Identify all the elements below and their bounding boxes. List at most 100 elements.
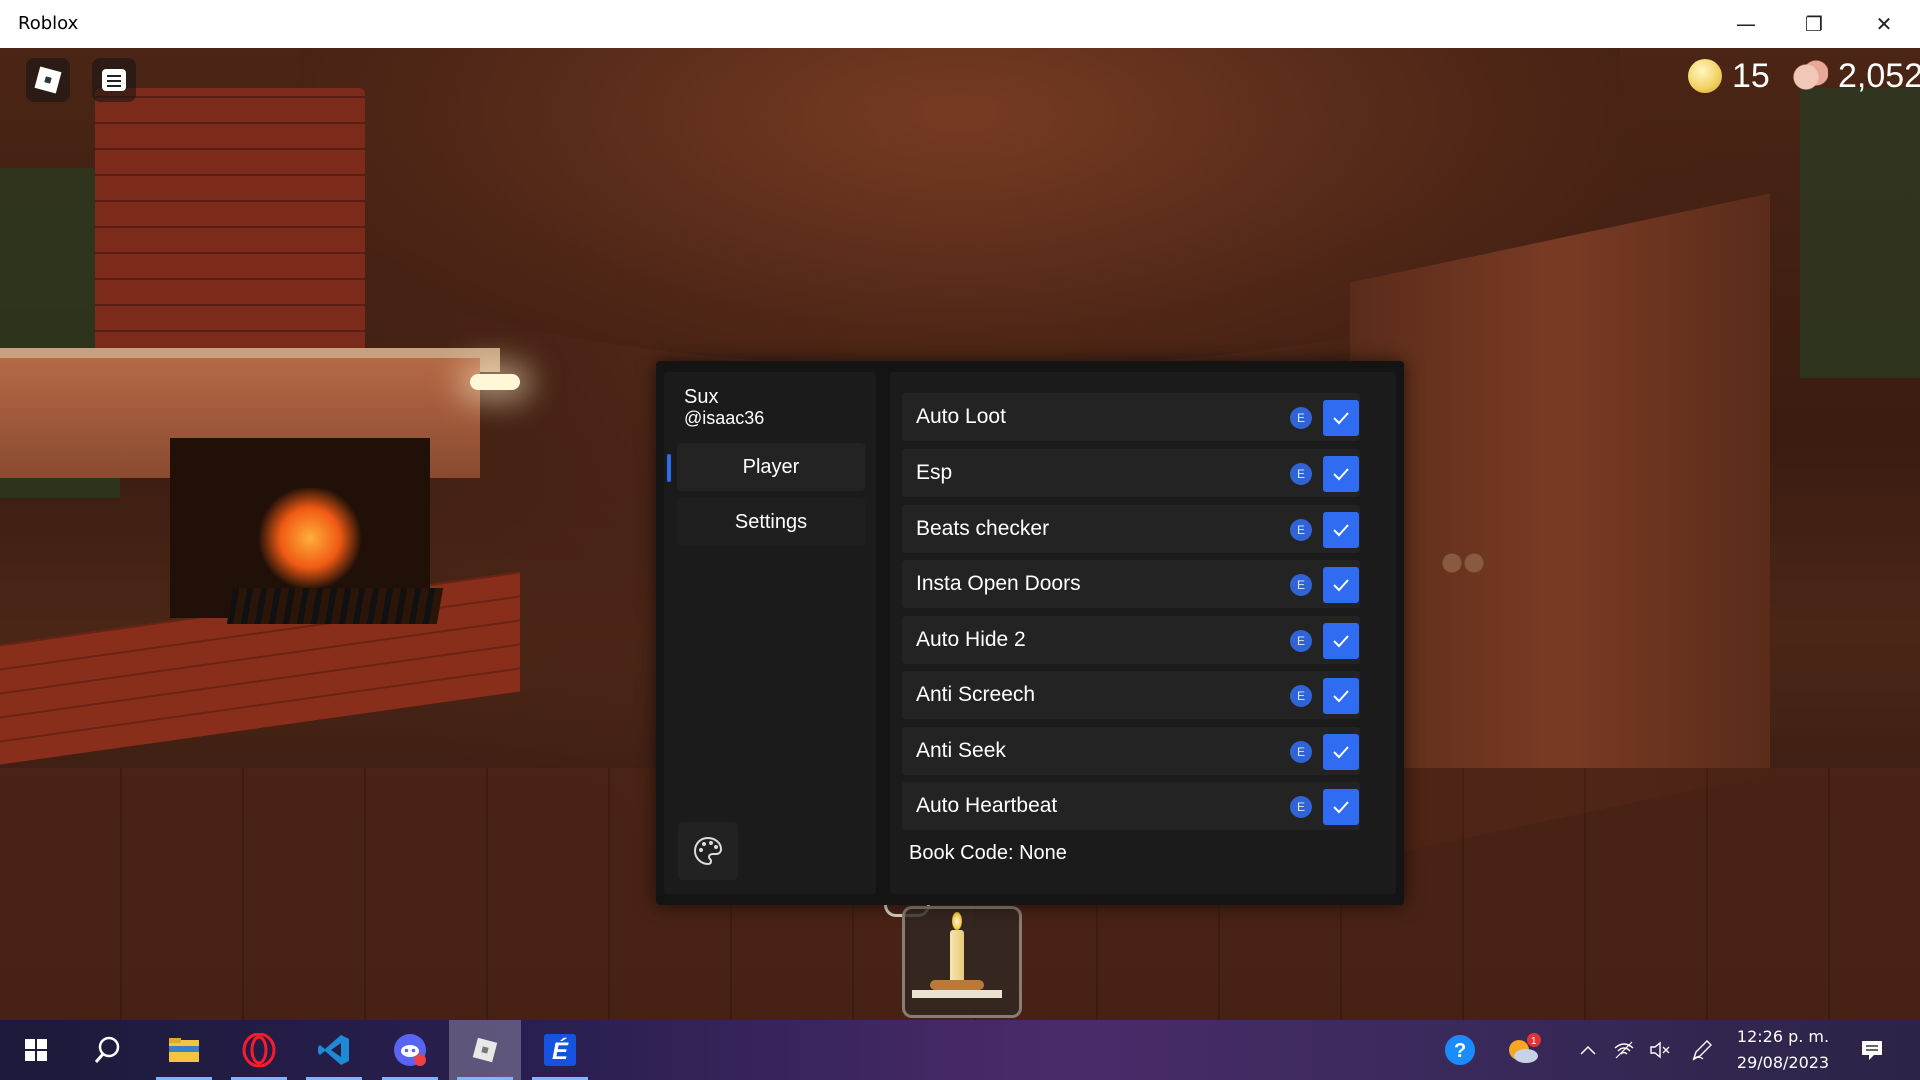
help-tray-button[interactable]: ? xyxy=(1440,1020,1480,1080)
toggle-label: Esp xyxy=(916,461,953,484)
book-code-label: Book Code: None xyxy=(909,842,1067,864)
weather-badge-count: 1 xyxy=(1531,1036,1537,1047)
network-tray[interactable] xyxy=(1610,1020,1638,1080)
checkbox[interactable] xyxy=(1323,567,1359,603)
palette-icon xyxy=(693,836,723,866)
checkbox[interactable] xyxy=(1323,512,1359,548)
minimize-icon: — xyxy=(1736,12,1756,36)
candle-flame xyxy=(952,912,962,930)
svg-text:?: ? xyxy=(1454,1040,1466,1062)
checkbox[interactable] xyxy=(1323,623,1359,659)
svg-text:É: É xyxy=(552,1037,569,1065)
toggle-anti-seek[interactable]: Anti Seek E xyxy=(902,727,1360,775)
chat-button[interactable] xyxy=(92,58,136,102)
close-icon: ✕ xyxy=(1875,12,1893,36)
close-button[interactable]: ✕ xyxy=(1850,0,1918,48)
keybind-badge[interactable]: E xyxy=(1290,741,1312,763)
checkmark-icon xyxy=(1333,524,1349,537)
toggle-label: Beats checker xyxy=(916,517,1050,540)
show-hidden-icons[interactable] xyxy=(1574,1020,1602,1080)
wardrobe xyxy=(1350,193,1770,863)
toggle-insta-open-doors[interactable]: Insta Open Doors E xyxy=(902,560,1360,608)
toggle-anti-screech[interactable]: Anti Screech E xyxy=(902,671,1360,719)
keybind-badge[interactable]: E xyxy=(1290,796,1312,818)
chevron-up-icon xyxy=(1580,1045,1596,1055)
toggle-auto-loot[interactable]: Auto Loot E xyxy=(902,393,1360,441)
gold-coin-icon xyxy=(1688,59,1722,93)
search-button[interactable] xyxy=(72,1020,144,1080)
toggle-auto-heartbeat[interactable]: Auto Heartbeat E xyxy=(902,782,1360,830)
folder-icon xyxy=(169,1038,199,1062)
user-handle: @isaac36 xyxy=(684,408,765,428)
clock-date: 29/08/2023 xyxy=(1736,1053,1830,1072)
roblox-menu-button[interactable] xyxy=(26,58,70,102)
pen-tray[interactable] xyxy=(1688,1020,1716,1080)
taskbar-discord[interactable] xyxy=(374,1020,446,1080)
keybind-badge[interactable]: E xyxy=(1290,685,1312,707)
tab-settings-label: Settings xyxy=(734,510,808,533)
toggle-label: Anti Seek xyxy=(916,739,1006,762)
window-titlebar: Roblox — ❐ ✕ xyxy=(0,0,1920,48)
tab-settings[interactable]: Settings xyxy=(677,498,865,546)
fireplace-grate xyxy=(226,588,444,624)
clock-time: 12:26 p. m. xyxy=(1736,1027,1830,1046)
active-tab-indicator xyxy=(667,454,671,482)
checkmark-icon xyxy=(1333,579,1349,592)
wifi-icon xyxy=(1614,1041,1634,1059)
start-button[interactable] xyxy=(0,1020,72,1080)
notifications-button[interactable] xyxy=(1852,1020,1892,1080)
taskbar-clock[interactable]: 12:26 p. m. 29/08/2023 xyxy=(1718,1024,1848,1076)
exploit-app-icon: É xyxy=(544,1034,576,1066)
checkmark-icon xyxy=(1333,635,1349,648)
windows-start-icon xyxy=(25,1039,47,1061)
keybind-badge[interactable]: E xyxy=(1290,630,1312,652)
taskbar-opera[interactable] xyxy=(223,1020,295,1080)
candle-holder xyxy=(930,980,984,990)
checkbox[interactable] xyxy=(1323,400,1359,436)
pen-icon xyxy=(1692,1040,1712,1061)
checkbox[interactable] xyxy=(1323,678,1359,714)
wall-lamp xyxy=(470,374,520,390)
coins-counter: 15 xyxy=(1688,54,1770,98)
help-icon: ? xyxy=(1445,1035,1475,1065)
toggle-label: Auto Hide 2 xyxy=(916,628,1026,651)
taskbar-vscode[interactable] xyxy=(298,1020,370,1080)
checkbox[interactable] xyxy=(1323,734,1359,770)
checkbox[interactable] xyxy=(1323,789,1359,825)
toggle-label: Auto Heartbeat xyxy=(916,794,1058,817)
taskbar-roblox[interactable] xyxy=(449,1020,521,1080)
taskbar-file-explorer[interactable] xyxy=(148,1020,220,1080)
restore-button[interactable]: ❐ xyxy=(1780,0,1848,48)
toggle-esp[interactable]: Esp E xyxy=(902,449,1360,497)
theme-button[interactable] xyxy=(678,822,738,880)
weather-icon: 1 xyxy=(1509,1033,1541,1063)
vscode-icon xyxy=(318,1035,349,1065)
checkmark-icon xyxy=(1333,801,1349,814)
keybind-badge[interactable]: E xyxy=(1290,519,1312,541)
keybind-badge[interactable]: E xyxy=(1290,574,1312,596)
restore-icon: ❐ xyxy=(1805,12,1823,36)
coins-value: 15 xyxy=(1732,56,1770,95)
candle-base xyxy=(912,990,1002,998)
roblox-logo-icon xyxy=(34,66,62,94)
taskbar-exploit-app[interactable]: É xyxy=(524,1020,596,1080)
volume-tray[interactable] xyxy=(1646,1020,1674,1080)
weather-tray-button[interactable]: 1 xyxy=(1502,1020,1546,1080)
opera-icon xyxy=(242,1033,276,1067)
checkmark-icon xyxy=(1333,746,1349,759)
volume-muted-icon xyxy=(1650,1041,1670,1059)
checkbox[interactable] xyxy=(1323,456,1359,492)
toggle-auto-hide-2[interactable]: Auto Hide 2 E xyxy=(902,616,1360,664)
checkmark-icon xyxy=(1333,690,1349,703)
minimize-button[interactable]: — xyxy=(1712,0,1780,48)
keybind-badge[interactable]: E xyxy=(1290,407,1312,429)
checkmark-icon xyxy=(1333,468,1349,481)
keybind-badge[interactable]: E xyxy=(1290,463,1312,485)
toggle-beats-checker[interactable]: Beats checker E xyxy=(902,505,1360,553)
toggle-label: Auto Loot xyxy=(916,405,1006,428)
fire xyxy=(255,488,365,588)
knobs-value: 2,052 xyxy=(1838,56,1920,95)
user-info: Sux @isaac36 xyxy=(684,386,764,428)
tab-player-label: Player xyxy=(742,455,800,478)
tab-player[interactable]: Player xyxy=(677,443,865,491)
